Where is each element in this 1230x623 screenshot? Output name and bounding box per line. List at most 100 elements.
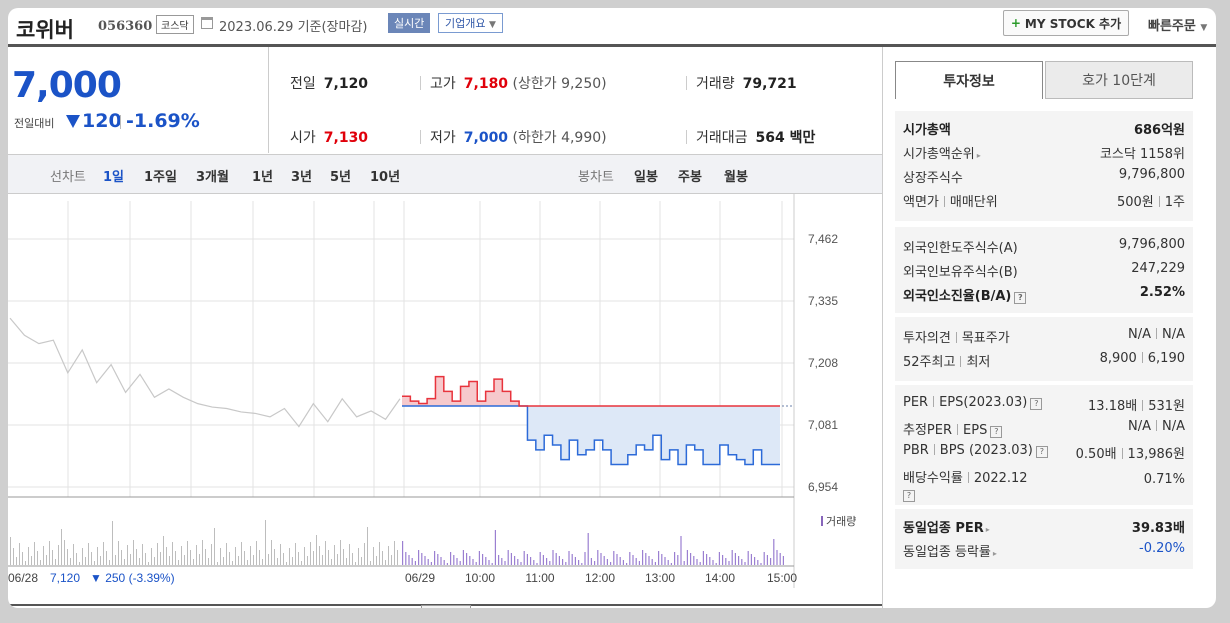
chevron-down-icon: ▼ bbox=[1200, 23, 1208, 33]
volume-bar bbox=[754, 557, 756, 565]
volume-bar bbox=[498, 555, 500, 565]
volume-legend-swatch bbox=[821, 516, 823, 526]
expand-chart-handle[interactable]: ︿ bbox=[421, 605, 471, 608]
intraday-chart: 7,462 7,335 7,208 7,081 6,954 거래량 06/28 06/29 10… bbox=[8, 193, 856, 588]
tab-investment-info[interactable]: 투자정보 bbox=[895, 61, 1043, 99]
info-section-market-cap: 시가총액 686억원 시가총액순위 ▸ 코스닥 1158위 상장주식수 9,796,80… bbox=[895, 111, 1193, 221]
tab-3y[interactable]: 3년 bbox=[291, 166, 312, 185]
volume-bar bbox=[40, 560, 41, 565]
unit-label: 매매단위 bbox=[949, 195, 998, 210]
volume-bar bbox=[373, 547, 374, 565]
eps-text: EPS(2023.03) bbox=[939, 395, 1028, 410]
upper-limit: (상한가 9,250) bbox=[512, 76, 607, 92]
bps-text: BPS (2023.03) bbox=[939, 443, 1033, 458]
volume-bar bbox=[64, 540, 65, 565]
volume-bar bbox=[304, 547, 305, 565]
volume-bar bbox=[462, 550, 464, 565]
volume-bar bbox=[456, 558, 458, 565]
volume-bar bbox=[731, 550, 733, 565]
help-icon[interactable]: ? bbox=[1030, 398, 1043, 410]
tab-5y[interactable]: 5년 bbox=[330, 166, 351, 185]
volume-bar bbox=[722, 555, 724, 565]
volume-bar bbox=[610, 562, 612, 565]
high52-val: 8,900 bbox=[1099, 351, 1137, 366]
volume-bar bbox=[485, 557, 487, 565]
volume-bar bbox=[779, 553, 781, 565]
volume-bar bbox=[533, 560, 535, 565]
help-icon[interactable]: ? bbox=[1014, 292, 1027, 304]
divider bbox=[957, 424, 959, 435]
divider bbox=[967, 472, 969, 483]
info-section-foreign: 외국인한도주식수(A) 9,796,800 외국인보유주식수(B) 247,229 … bbox=[895, 227, 1193, 313]
volume-bar bbox=[530, 557, 532, 565]
volume-bar bbox=[632, 555, 634, 565]
per-value: 13.18배 531원 bbox=[1088, 395, 1185, 414]
sector-change-link[interactable]: 동일업종 등락률 ▸ bbox=[903, 541, 997, 560]
volume-bar bbox=[97, 547, 98, 565]
tab-10y[interactable]: 10년 bbox=[370, 166, 400, 185]
x-tick-label: 12:00 bbox=[585, 571, 615, 585]
tab-1d[interactable]: 1일 bbox=[103, 166, 124, 185]
stat-value: 7,130 bbox=[323, 130, 369, 146]
tab-1w[interactable]: 1주일 bbox=[144, 166, 177, 185]
volume-bar bbox=[517, 559, 519, 565]
volume-bar bbox=[568, 551, 570, 565]
sector-per-link[interactable]: 동일업종 PER ▸ bbox=[903, 517, 990, 536]
volume-bar bbox=[488, 560, 490, 565]
y-tick-label: 7,208 bbox=[808, 356, 838, 370]
tab-weekly[interactable]: 주봉 bbox=[678, 166, 702, 185]
prev-day-change-label: ▼ 250 (-3.39%) bbox=[90, 571, 175, 585]
company-overview-dropdown[interactable]: 기업개요 ▼ bbox=[438, 13, 503, 33]
tab-monthly[interactable]: 월봉 bbox=[724, 166, 748, 185]
help-icon[interactable]: ? bbox=[1035, 446, 1048, 458]
volume-bar bbox=[238, 556, 239, 565]
eps-val: 531원 bbox=[1148, 399, 1185, 414]
volume-bar bbox=[265, 520, 266, 565]
volume-bar bbox=[103, 542, 104, 565]
chevron-right-icon: ▸ bbox=[976, 151, 981, 160]
help-icon[interactable]: ? bbox=[903, 490, 915, 502]
tab-order-book[interactable]: 호가 10단계 bbox=[1045, 61, 1193, 99]
tab-daily[interactable]: 일봉 bbox=[634, 166, 658, 185]
volume-bar bbox=[310, 542, 311, 565]
volume-bar bbox=[555, 553, 557, 565]
tab-1y[interactable]: 1년 bbox=[252, 166, 273, 185]
par-unit-value: 500원 1주 bbox=[1117, 191, 1185, 210]
volume-bar bbox=[654, 562, 656, 565]
pbr-label: PBR BPS (2023.03)? bbox=[903, 443, 1048, 458]
volume-bar bbox=[331, 559, 332, 565]
volume-bar bbox=[145, 553, 146, 565]
calendar-icon[interactable] bbox=[201, 17, 213, 29]
volume-bar bbox=[328, 550, 329, 565]
volume-bar bbox=[361, 557, 362, 565]
market-cap-rank-link[interactable]: 시가총액순위 ▸ bbox=[903, 143, 981, 162]
x-tick-label: 11:00 bbox=[525, 571, 554, 585]
volume-bar bbox=[154, 557, 155, 565]
volume-bar bbox=[283, 553, 284, 565]
volume-bar bbox=[232, 561, 233, 565]
volume-bar bbox=[651, 559, 653, 565]
volume-bar bbox=[340, 540, 341, 565]
stat-amount: 거래대금 564 백만 bbox=[696, 127, 815, 147]
volume-bar bbox=[268, 554, 269, 565]
volume-bar bbox=[590, 558, 592, 565]
volume-bar bbox=[43, 546, 44, 565]
div-year: 2022.12 bbox=[973, 471, 1028, 486]
tab-3m[interactable]: 3개월 bbox=[196, 166, 229, 185]
candle-chart-label: 봉차트 bbox=[578, 170, 614, 185]
volume-bar bbox=[696, 559, 698, 565]
volume-bar bbox=[677, 555, 679, 565]
quick-order-dropdown[interactable]: 빠른주문 ▼ bbox=[1148, 15, 1207, 34]
volume-bar bbox=[115, 555, 116, 565]
add-mystock-button[interactable]: + MY STOCK 추가 bbox=[1003, 10, 1129, 36]
divider bbox=[1141, 352, 1143, 363]
volume-bar bbox=[55, 559, 56, 565]
help-icon[interactable]: ? bbox=[990, 426, 1003, 438]
volume-bar bbox=[434, 551, 436, 565]
volume-bar bbox=[514, 556, 516, 565]
volume-bar bbox=[322, 555, 323, 565]
volume-bar bbox=[256, 541, 257, 565]
realtime-button[interactable]: 실시간 bbox=[388, 13, 431, 33]
volume-bar bbox=[402, 541, 404, 565]
volume-bar bbox=[10, 537, 11, 565]
